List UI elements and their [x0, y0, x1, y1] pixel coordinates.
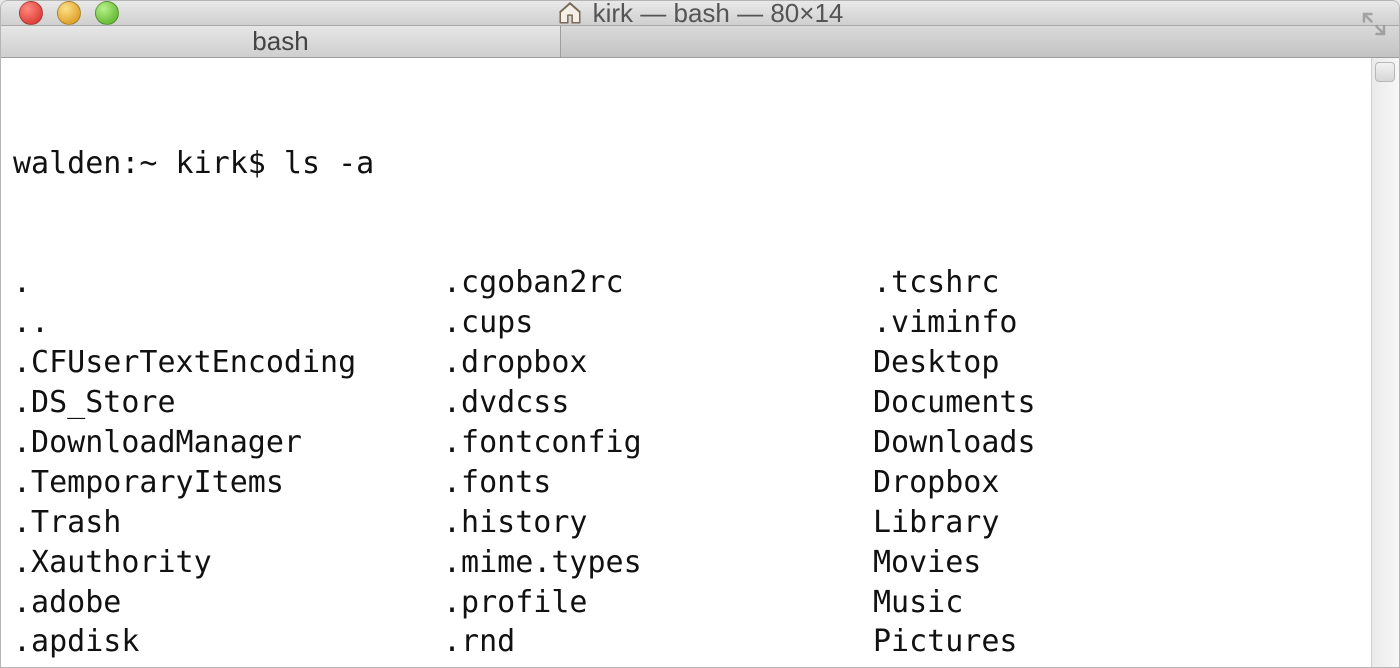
ls-item: .Trash	[13, 503, 443, 543]
ls-item: Downloads	[873, 423, 1036, 463]
minimize-button[interactable]	[57, 1, 81, 25]
ls-item: .sh_history	[443, 662, 873, 668]
ls-item: Library	[873, 503, 1036, 543]
ls-item: ..	[13, 303, 443, 343]
ls-item: .TemporaryItems	[13, 463, 443, 503]
ls-item: .tcshrc	[873, 263, 1036, 303]
ls-item: .Xauthority	[13, 543, 443, 583]
home-icon	[557, 0, 583, 26]
ls-item: .	[13, 263, 443, 303]
scroll-thumb[interactable]	[1375, 62, 1395, 82]
window-title-text: kirk — bash — 80×14	[593, 0, 844, 29]
ls-item: .DownloadManager	[13, 423, 443, 463]
ls-item: .dropbox	[443, 343, 873, 383]
zoom-button[interactable]	[95, 1, 119, 25]
ls-column: ....CFUserTextEncoding.DS_Store.Download…	[13, 263, 443, 668]
ls-item: .viminfo	[873, 303, 1036, 343]
tab-bash[interactable]: bash	[1, 26, 561, 57]
window-title: kirk — bash — 80×14	[1, 0, 1399, 29]
ls-item: .profile	[443, 583, 873, 623]
ls-item: .CFUserTextEncoding	[13, 343, 443, 383]
ls-item: Documents	[873, 383, 1036, 423]
ls-item: .cups	[443, 303, 873, 343]
ls-item: .history	[443, 503, 873, 543]
ls-item: .fonts	[443, 463, 873, 503]
tabs-bar: bash	[1, 26, 1399, 58]
scrollbar[interactable]	[1371, 58, 1399, 668]
ls-item: .mime.types	[443, 543, 873, 583]
prompt-line: walden:~ kirk$ ls -a	[13, 144, 1361, 184]
ls-item: .cgoban2rc	[443, 263, 873, 303]
ls-item: Desktop	[873, 343, 1036, 383]
terminal-area: walden:~ kirk$ ls -a ....CFUserTextEncod…	[1, 58, 1399, 668]
ls-item: .dvdcss	[443, 383, 873, 423]
ls-item: .rnd	[443, 622, 873, 662]
ls-item: Movies	[873, 543, 1036, 583]
fullscreen-icon[interactable]	[1359, 9, 1389, 39]
title-bar: kirk — bash — 80×14	[1, 1, 1399, 26]
ls-column: .cgoban2rc.cups.dropbox.dvdcss.fontconfi…	[443, 263, 873, 668]
ls-item: Music	[873, 583, 1036, 623]
ls-item: .bash_history	[13, 662, 443, 668]
window-controls	[1, 1, 119, 25]
ls-output: ....CFUserTextEncoding.DS_Store.Download…	[13, 263, 1361, 668]
ls-item: .DS_Store	[13, 383, 443, 423]
terminal-window: kirk — bash — 80×14 bash walden:~ kirk$ …	[0, 0, 1400, 668]
close-button[interactable]	[19, 1, 43, 25]
ls-item: Public	[873, 662, 1036, 668]
ls-item: Dropbox	[873, 463, 1036, 503]
ls-item: Pictures	[873, 622, 1036, 662]
ls-column: .tcshrc.viminfoDesktopDocumentsDownloads…	[873, 263, 1036, 668]
ls-item: .fontconfig	[443, 423, 873, 463]
ls-item: .adobe	[13, 583, 443, 623]
ls-item: .apdisk	[13, 622, 443, 662]
terminal-output[interactable]: walden:~ kirk$ ls -a ....CFUserTextEncod…	[1, 58, 1371, 668]
tab-label: bash	[252, 26, 308, 57]
